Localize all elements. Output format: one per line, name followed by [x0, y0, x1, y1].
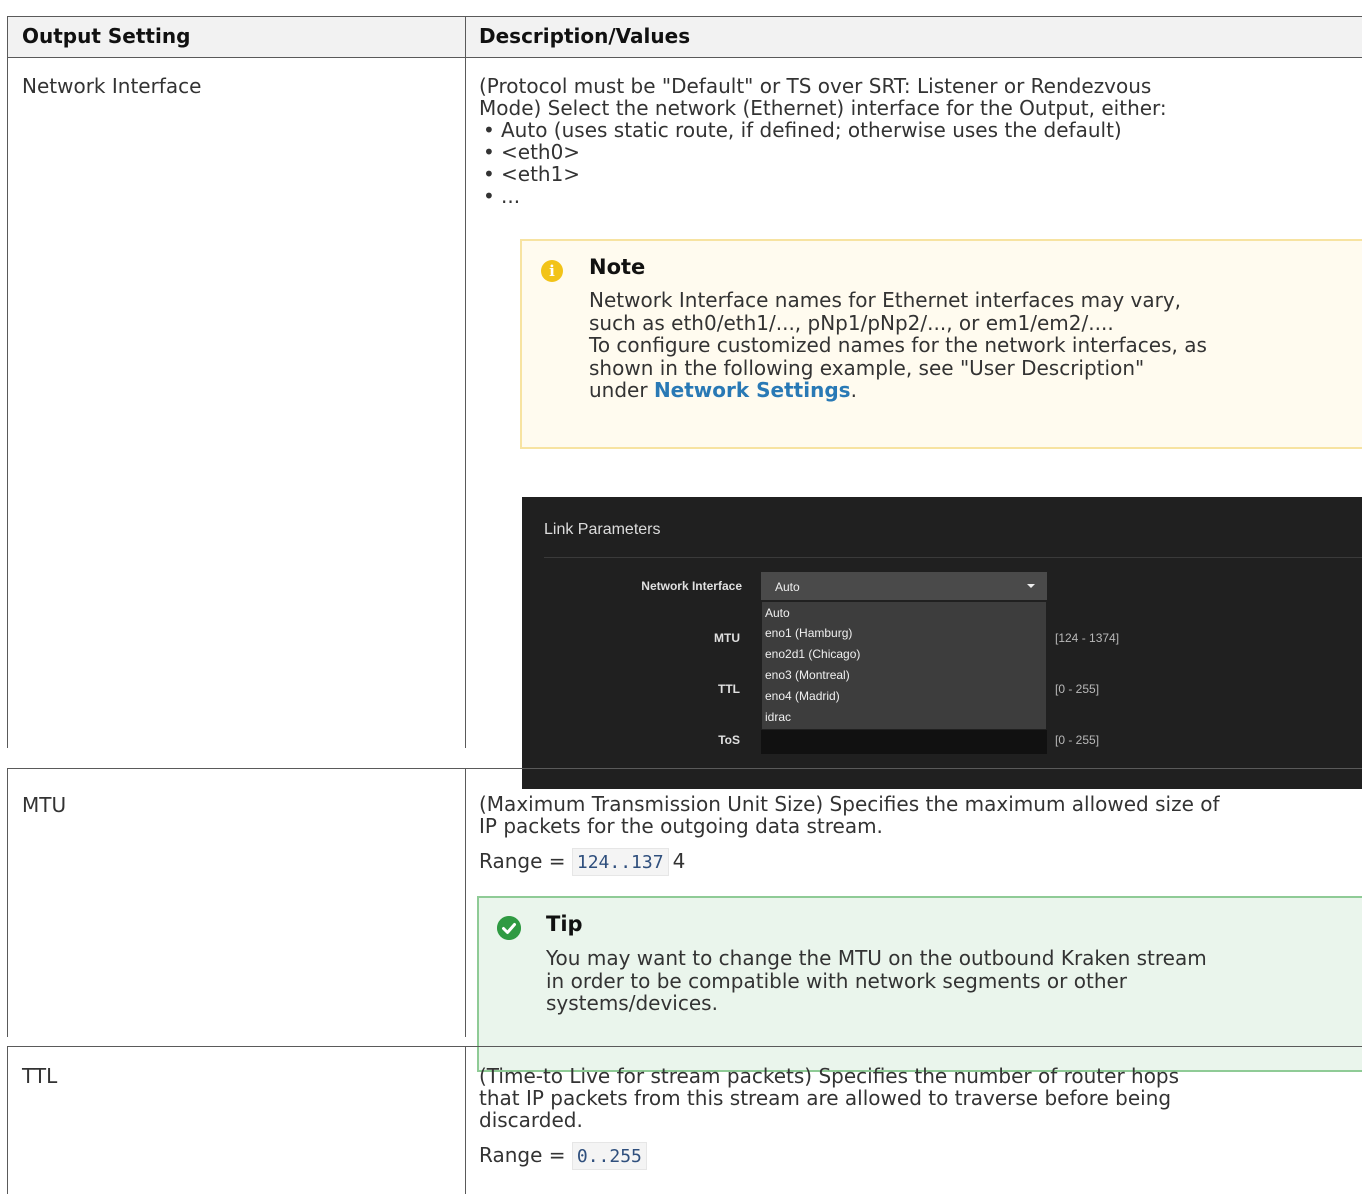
tip-line: systems/devices.: [546, 991, 718, 1015]
tip-line: in order to be compatible with network s…: [546, 968, 1128, 993]
check-icon: [497, 916, 521, 940]
setting-name: Network Interface: [22, 74, 202, 98]
info-icon: i: [541, 260, 563, 282]
network-interface-select: Auto: [761, 572, 1047, 600]
list-item: <eth0>: [479, 141, 1122, 163]
setting-cell: Network Interface: [7, 58, 466, 748]
header-cell-description: Description/Values: [465, 17, 1362, 57]
description-line: that IP packets from this stream are all…: [479, 1086, 1172, 1110]
dropdown-option: eno2d1 (Chicago): [765, 647, 861, 661]
range-label: Range =: [479, 1143, 572, 1167]
list-item: ...: [479, 185, 1122, 207]
description-cell: (Maximum Transmission Unit Size) Specifi…: [465, 769, 1362, 1072]
note-line: To configure customized names for the ne…: [589, 333, 1207, 357]
header-description-label: Description/Values: [479, 24, 691, 48]
note-callout: i Note Network Interface names for Ether…: [520, 239, 1362, 449]
tip-title: Tip: [546, 912, 583, 936]
mtu-label: MTU: [714, 631, 740, 645]
tos-label: ToS: [718, 733, 740, 747]
table-row-mtu: MTU (Maximum Transmission Unit Size) Spe…: [7, 768, 1362, 1072]
description-text: (Protocol must be "Default" or TS over S…: [479, 75, 1362, 119]
dropdown-option: eno1 (Hamburg): [765, 626, 853, 640]
list-item: <eth1>: [479, 163, 1122, 185]
description-line: (Time-to Live for stream packets) Specif…: [479, 1064, 1180, 1088]
description-text: (Time-to Live for stream packets) Specif…: [479, 1065, 1362, 1131]
note-line: such as eth0/eth1/..., pNp1/pNp2/..., or…: [589, 310, 1114, 335]
screenshot-title: Link Parameters: [544, 521, 661, 538]
table-header-row: Output Setting Description/Values: [7, 16, 1362, 57]
tip-line: You may want to change the MTU on the ou…: [546, 946, 1207, 970]
note-line: shown in the following example, see "Use…: [589, 355, 1145, 380]
list-item: Auto (uses static route, if defined; oth…: [479, 119, 1122, 141]
setting-name: TTL: [22, 1064, 58, 1088]
link-parameters-screenshot: Link Parameters Network Interface Auto A…: [522, 497, 1362, 789]
settings-table: Output Setting Description/Values Networ…: [7, 16, 1362, 1194]
note-body: Network Interface names for Ethernet int…: [589, 289, 1352, 402]
header-cell-setting: Output Setting: [7, 17, 466, 57]
range-label: Range =: [479, 849, 572, 873]
description-line: (Protocol must be "Default" or TS over S…: [479, 74, 1152, 98]
range-value: 124..137: [571, 848, 669, 876]
note-text: under: [589, 378, 654, 402]
header-setting-label: Output Setting: [22, 24, 191, 48]
network-settings-link[interactable]: Network Settings: [654, 378, 851, 402]
interface-options-list: Auto (uses static route, if defined; oth…: [479, 119, 1122, 207]
dropdown-option: idrac: [765, 710, 792, 724]
tos-range: [0 - 255]: [1055, 733, 1100, 747]
description-line: discarded.: [479, 1108, 583, 1132]
dropdown-option: Auto: [765, 606, 790, 620]
setting-name: MTU: [22, 793, 67, 817]
mtu-range: [124 - 1374]: [1055, 631, 1120, 645]
note-line: Network Interface names for Ethernet int…: [589, 288, 1182, 312]
table-row-network-interface: Network Interface (Protocol must be "Def…: [7, 57, 1362, 789]
tos-input: [761, 730, 1047, 754]
table-row-ttl: TTL (Time-to Live for stream packets) Sp…: [7, 1046, 1362, 1194]
dropdown-option: eno3 (Montreal): [765, 668, 850, 682]
network-interface-dropdown: Auto eno1 (Hamburg) eno2d1 (Chicago) eno…: [762, 602, 1046, 729]
description-line: Mode) Select the network (Ethernet) inte…: [479, 96, 1167, 120]
select-value: Auto: [775, 580, 800, 594]
ttl-range: [0 - 255]: [1055, 682, 1100, 696]
chevron-down-icon: [1027, 584, 1035, 588]
description-cell: (Time-to Live for stream packets) Specif…: [465, 1047, 1362, 1194]
note-title: Note: [589, 255, 646, 279]
note-line: under Network Settings.: [589, 379, 1352, 402]
range-value: 0..255: [571, 1142, 647, 1170]
dropdown-option: eno4 (Madrid): [765, 689, 840, 703]
range-suffix: 4: [672, 849, 686, 873]
ttl-range-line: Range = 0..255: [479, 1142, 1362, 1170]
tip-body: You may want to change the MTU on the ou…: [546, 947, 1355, 1015]
description-text: (Maximum Transmission Unit Size) Specifi…: [479, 793, 1362, 837]
divider: [544, 557, 1362, 558]
mtu-range-line: Range = 124..137 4: [479, 848, 1362, 876]
description-line: (Maximum Transmission Unit Size) Specifi…: [479, 792, 1220, 816]
network-interface-label: Network Interface: [641, 579, 742, 593]
note-text: .: [850, 378, 857, 402]
setting-cell: TTL: [7, 1047, 466, 1194]
ttl-label: TTL: [718, 682, 740, 696]
description-cell: (Protocol must be "Default" or TS over S…: [465, 58, 1362, 789]
description-line: IP packets for the outgoing data stream.: [479, 814, 883, 838]
setting-cell: MTU: [7, 769, 466, 1037]
